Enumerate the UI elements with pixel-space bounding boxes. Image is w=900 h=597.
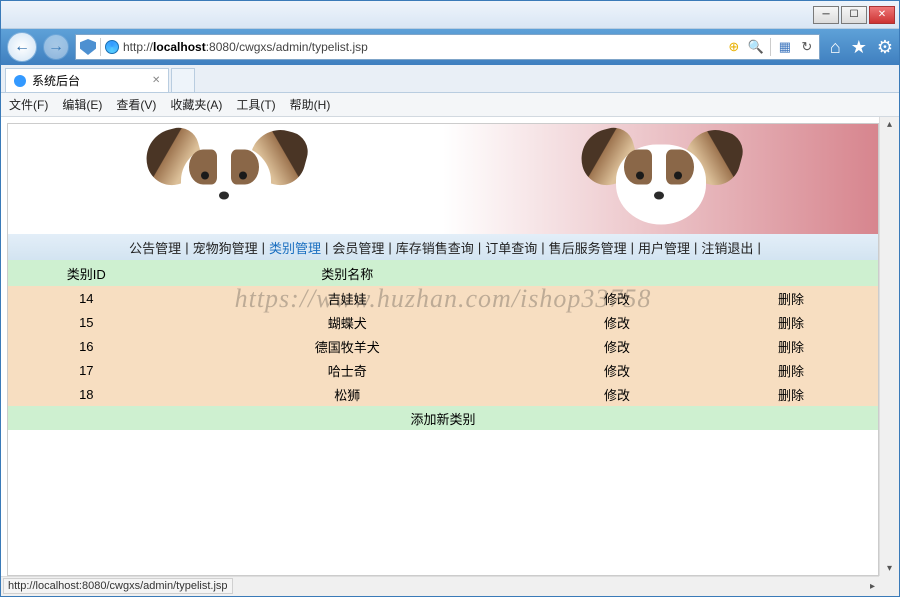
maximize-button[interactable]: ☐	[841, 6, 867, 24]
table-row: 15蝴蝶犬 修改 删除	[8, 310, 878, 334]
menu-help[interactable]: 帮助(H)	[290, 96, 331, 113]
ie-favicon-icon	[105, 40, 119, 54]
edit-link[interactable]: 修改	[604, 388, 630, 403]
col-edit-header	[530, 260, 704, 286]
banner-image-left	[8, 124, 443, 234]
col-id-header: 类别ID	[8, 260, 165, 286]
nav-link[interactable]: 库存销售查询	[392, 238, 478, 257]
vertical-scrollbar[interactable]: ▴ ▾	[879, 117, 899, 576]
compat-icon[interactable]: ⊕	[726, 39, 742, 55]
nav-link[interactable]: 类别管理	[265, 238, 325, 257]
cell-id: 14	[8, 286, 165, 310]
nav-link[interactable]: 用户管理	[634, 238, 694, 257]
forward-button[interactable]: →	[43, 34, 69, 60]
cell-name: 吉娃娃	[165, 286, 530, 310]
nav-link[interactable]: 订单查询	[481, 238, 541, 257]
delete-link[interactable]: 删除	[778, 316, 804, 331]
cell-name: 松狮	[165, 382, 530, 406]
divider	[770, 38, 771, 56]
menu-file[interactable]: 文件(F)	[9, 96, 48, 113]
tab-strip: 系统后台 ✕	[1, 65, 899, 93]
search-icon[interactable]: 🔍	[748, 39, 764, 55]
back-button[interactable]: ←	[7, 32, 37, 62]
edit-link[interactable]: 修改	[604, 340, 630, 355]
cell-name: 德国牧羊犬	[165, 334, 530, 358]
browser-window: ─ ☐ ✕ ← → http://localhost:8080/cwgxs/ad…	[0, 0, 900, 597]
rss-icon[interactable]: ▦	[777, 39, 793, 55]
table-row: 14吉娃娃 修改 删除	[8, 286, 878, 310]
menu-favorites[interactable]: 收藏夹(A)	[170, 96, 222, 113]
address-bar[interactable]: http://localhost:8080/cwgxs/admin/typeli…	[75, 34, 820, 60]
delete-link[interactable]: 删除	[778, 340, 804, 355]
scroll-up-icon[interactable]: ▴	[887, 117, 892, 132]
add-row: 添加新类别	[8, 406, 878, 430]
close-button[interactable]: ✕	[869, 6, 895, 24]
nav-separator: |	[757, 240, 760, 255]
menu-bar: 文件(F) 编辑(E) 查看(V) 收藏夹(A) 工具(T) 帮助(H)	[1, 93, 899, 117]
edit-link[interactable]: 修改	[604, 364, 630, 379]
banner	[8, 124, 878, 234]
nav-toolbar: ← → http://localhost:8080/cwgxs/admin/ty…	[1, 29, 899, 65]
menu-tools[interactable]: 工具(T)	[236, 96, 275, 113]
url-text: http://localhost:8080/cwgxs/admin/typeli…	[123, 40, 368, 54]
col-delete-header	[704, 260, 878, 286]
nav-link[interactable]: 售后服务管理	[545, 238, 631, 257]
category-nav: 公告管理|宠物狗管理|类别管理|会员管理|库存销售查询|订单查询|售后服务管理|…	[8, 234, 878, 260]
page-body: 公告管理|宠物狗管理|类别管理|会员管理|库存销售查询|订单查询|售后服务管理|…	[7, 123, 879, 576]
security-shield-icon	[80, 39, 96, 55]
new-tab-button[interactable]	[171, 68, 195, 92]
settings-gear-icon[interactable]: ⚙	[877, 37, 893, 58]
refresh-icon[interactable]: ↻	[799, 39, 815, 55]
browser-actions: ⌂ ★ ⚙	[830, 37, 893, 58]
nav-link[interactable]: 会员管理	[328, 238, 388, 257]
status-bar: http://localhost:8080/cwgxs/admin/typeli…	[3, 578, 233, 594]
edit-link[interactable]: 修改	[604, 292, 630, 307]
nav-link[interactable]: 宠物狗管理	[189, 238, 262, 257]
table-row: 16德国牧羊犬 修改 删除	[8, 334, 878, 358]
browser-tab[interactable]: 系统后台 ✕	[5, 68, 169, 92]
scroll-down-icon[interactable]: ▾	[887, 561, 892, 576]
table-row: 17哈士奇 修改 删除	[8, 358, 878, 382]
minimize-button[interactable]: ─	[813, 6, 839, 24]
cell-id: 18	[8, 382, 165, 406]
add-type-link[interactable]: 添加新类别	[410, 412, 475, 427]
banner-image-right	[443, 124, 878, 234]
divider	[100, 38, 101, 56]
table-row: 18松狮 修改 删除	[8, 382, 878, 406]
cell-name: 蝴蝶犬	[165, 310, 530, 334]
titlebar: ─ ☐ ✕	[1, 1, 899, 29]
cell-id: 16	[8, 334, 165, 358]
type-table: 类别ID 类别名称 14吉娃娃修改删除15蝴蝶犬修改删除16德国牧羊犬修改删除1…	[8, 260, 878, 430]
tab-favicon-icon	[14, 75, 26, 87]
edit-link[interactable]: 修改	[604, 316, 630, 331]
nav-link[interactable]: 公告管理	[125, 238, 185, 257]
delete-link[interactable]: 删除	[778, 292, 804, 307]
menu-edit[interactable]: 编辑(E)	[62, 96, 102, 113]
delete-link[interactable]: 删除	[778, 388, 804, 403]
scroll-right-icon[interactable]: ▸	[866, 581, 879, 592]
cell-name: 哈士奇	[165, 358, 530, 382]
address-icons: ⊕ 🔍 ▦ ↻	[726, 38, 815, 56]
tab-title: 系统后台	[32, 72, 80, 89]
cell-id: 15	[8, 310, 165, 334]
col-name-header: 类别名称	[165, 260, 530, 286]
scroll-corner	[879, 576, 899, 596]
tab-close-icon[interactable]: ✕	[152, 75, 160, 86]
menu-view[interactable]: 查看(V)	[116, 96, 156, 113]
nav-link[interactable]: 注销退出	[697, 238, 757, 257]
favorites-icon[interactable]: ★	[851, 37, 867, 58]
content-area: 公告管理|宠物狗管理|类别管理|会员管理|库存销售查询|订单查询|售后服务管理|…	[1, 117, 899, 596]
cell-id: 17	[8, 358, 165, 382]
delete-link[interactable]: 删除	[778, 364, 804, 379]
home-icon[interactable]: ⌂	[830, 37, 841, 58]
